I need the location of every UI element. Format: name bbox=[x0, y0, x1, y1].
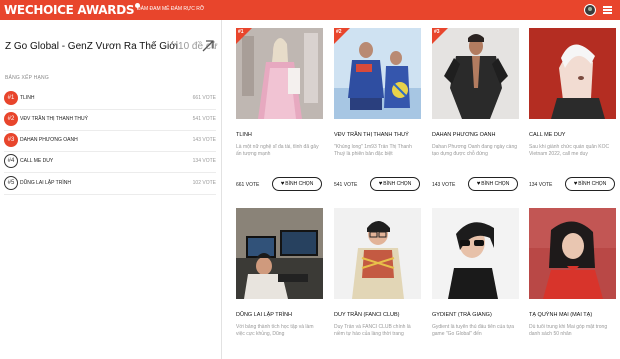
nominee-name[interactable]: CALL ME DUY bbox=[529, 132, 565, 138]
nominee-description: Duy Trần và FANCI CLUB chính là niềm tự … bbox=[334, 324, 411, 337]
rank-votes: 143 VOTE bbox=[192, 137, 216, 143]
rank-corner-number: #1 bbox=[238, 29, 244, 35]
rank-votes: 102 VOTE bbox=[192, 180, 216, 186]
ranking-row[interactable]: #1 TLINH 661 VOTE bbox=[4, 89, 216, 110]
rank-name: DAHAN PHƯƠNG OANH bbox=[20, 137, 78, 143]
vote-button[interactable]: ♥BÌNH CHỌN bbox=[565, 177, 615, 191]
nominee-vote-count: 541 VOTE bbox=[334, 182, 358, 188]
rank-votes: 661 VOTE bbox=[192, 95, 216, 101]
vote-button-label: BÌNH CHỌN bbox=[481, 181, 510, 187]
top-bar: WECHOICE AWARDS ĐÁM ĐAM MÊ ĐÁM RỰC RỠ bbox=[0, 0, 620, 20]
nominee-name[interactable]: DUY TRẦN (FANCI CLUB) bbox=[334, 312, 400, 318]
rank-name: VĐV TRẦN THỊ THANH THUÝ bbox=[20, 116, 88, 122]
rank-badge: #2 bbox=[4, 112, 18, 126]
nominee-description: Gydient là tuyển thủ đầu tiên của tựa ga… bbox=[432, 324, 515, 337]
rank-corner-number: #2 bbox=[336, 29, 342, 35]
rank-name: TLINH bbox=[20, 95, 35, 101]
site-tagline: ĐÁM ĐAM MÊ ĐÁM RỰC RỠ bbox=[137, 6, 205, 12]
site-logo[interactable]: WECHOICE AWARDS bbox=[4, 3, 141, 17]
rank-badge: #3 bbox=[4, 133, 18, 147]
vote-button[interactable]: ♥BÌNH CHỌN bbox=[370, 177, 420, 191]
nominee-vote-count: 143 VOTE bbox=[432, 182, 456, 188]
nominee-name[interactable]: TLINH bbox=[236, 132, 252, 138]
heart-icon: ♥ bbox=[378, 181, 383, 187]
nominee-description: "Khủng long" 1m93 Trần Thị Thanh Thuý là… bbox=[334, 144, 412, 157]
category-title-text: Z Go Global - GenZ Vươn Ra Thế Giới bbox=[5, 41, 179, 52]
nominee-name[interactable]: VĐV TRẦN THỊ THANH THUÝ bbox=[334, 132, 409, 138]
vote-button-label: BÌNH CHỌN bbox=[578, 181, 607, 187]
nominee-photo[interactable] bbox=[236, 208, 323, 299]
ranking-label: BẢNG XẾP HẠNG bbox=[5, 75, 49, 81]
nominee-description: Dù tuổi trung khi Mai góp mặt trong danh… bbox=[529, 324, 608, 337]
nominee-photo[interactable] bbox=[529, 28, 616, 119]
nominee-name[interactable]: DAHAN PHƯƠNG OANH bbox=[432, 132, 496, 138]
category-title: Z Go Global - GenZ Vươn Ra Thế Giới10 đề… bbox=[5, 41, 218, 52]
arrow-up-right-icon[interactable] bbox=[201, 39, 215, 53]
nominee-photo[interactable] bbox=[432, 208, 519, 299]
heart-icon: ♥ bbox=[476, 181, 481, 187]
logo-text: WECHOICE AWARDS bbox=[4, 3, 135, 17]
nominee-description: Sau khi giành chức quán quân KOC Vietnam… bbox=[529, 144, 610, 157]
rank-votes: 541 VOTE bbox=[192, 116, 216, 122]
rank-name: CALL ME DUY bbox=[20, 158, 54, 164]
rank-name: DŨNG LAI LẬP TRÌNH bbox=[20, 180, 71, 186]
nominee-name[interactable]: GYDIENT (TRÀ GIANG) bbox=[432, 312, 492, 318]
nominee-name[interactable]: TẠ QUỲNH MAI (MAI TẠ) bbox=[529, 312, 592, 318]
menu-icon[interactable] bbox=[602, 5, 614, 15]
avatar[interactable] bbox=[584, 4, 596, 16]
rank-badge: #1 bbox=[4, 91, 18, 105]
rank-badge: #5 bbox=[4, 176, 18, 190]
ranking-row[interactable]: #4 CALL ME DUY 134 VOTE bbox=[4, 152, 216, 173]
nominee-description: Với bảng thành tích học tập và làm việc … bbox=[236, 324, 314, 337]
ranking-row[interactable]: #5 DŨNG LAI LẬP TRÌNH 102 VOTE bbox=[4, 174, 216, 195]
nominee-photo[interactable] bbox=[529, 208, 616, 299]
nominee-vote-count: 661 VOTE bbox=[236, 182, 260, 188]
nominee-description: Dahan Phương Oanh đang ngày càng tạo dựn… bbox=[432, 144, 518, 157]
vote-button-label: BÌNH CHỌN bbox=[285, 181, 314, 187]
nominee-name[interactable]: DŨNG LAI LẬP TRÌNH bbox=[236, 312, 292, 318]
nominee-description: Là một nữ nghệ sĩ đa tài, tlinh đã gây ấ… bbox=[236, 144, 319, 157]
nominee-vote-count: 134 VOTE bbox=[529, 182, 553, 188]
vote-button[interactable]: ♥BÌNH CHỌN bbox=[468, 177, 518, 191]
heart-icon: ♥ bbox=[573, 181, 578, 187]
heart-icon: ♥ bbox=[280, 181, 285, 187]
rank-badge: #4 bbox=[4, 154, 18, 168]
nominee-photo[interactable] bbox=[334, 208, 421, 299]
rank-corner-number: #3 bbox=[434, 29, 440, 35]
rank-votes: 134 VOTE bbox=[192, 158, 216, 164]
vote-button-label: BÌNH CHỌN bbox=[383, 181, 412, 187]
ranking-row[interactable]: #2 VĐV TRẦN THỊ THANH THUÝ 541 VOTE bbox=[4, 110, 216, 131]
ranking-row[interactable]: #3 DAHAN PHƯƠNG OANH 143 VOTE bbox=[4, 131, 216, 152]
vote-button[interactable]: ♥BÌNH CHỌN bbox=[272, 177, 322, 191]
